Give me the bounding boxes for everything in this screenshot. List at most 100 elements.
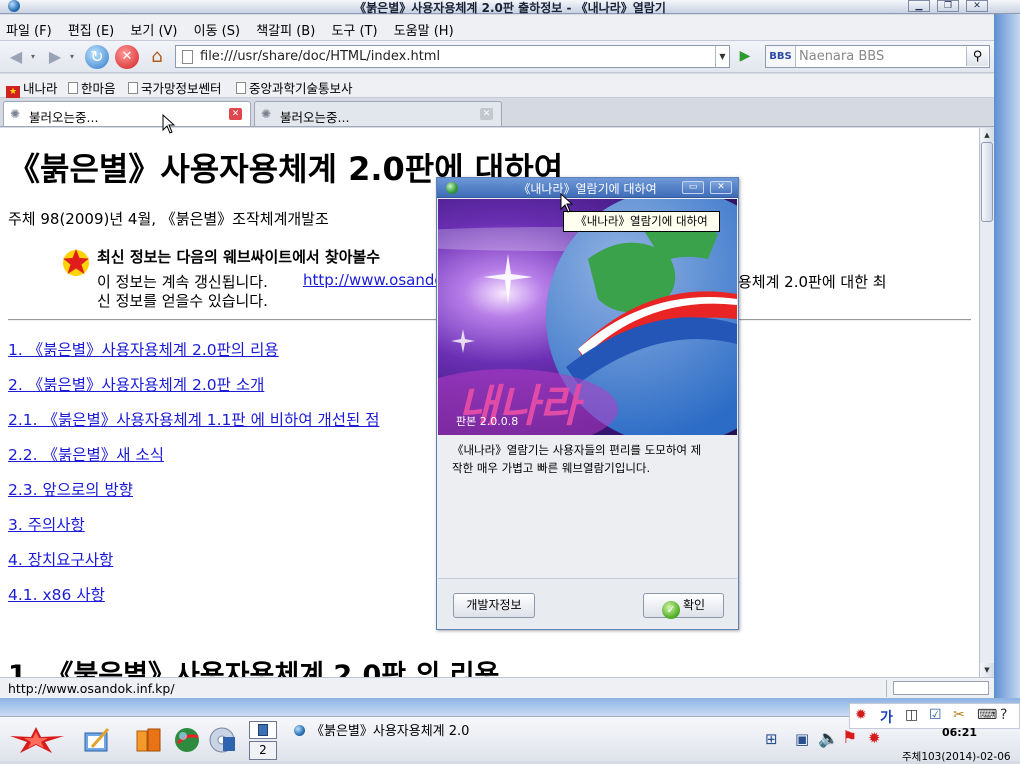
toc-link[interactable]: 4.1. x86 사항 (8, 583, 105, 605)
close-tab-icon[interactable]: ✕ (229, 108, 242, 120)
address-text[interactable]: file:///usr/share/doc/HTML/index.html (200, 49, 440, 64)
ime-tools-icon[interactable]: ✂ (953, 707, 965, 723)
window-title: 《붉은별》사용자용체계 2.0판 출하정보 - 《내나라》열람기 (354, 1, 666, 15)
bookmark-science-news[interactable]: 중앙과학기술통보사 (236, 78, 353, 97)
home-button[interactable]: ⌂ (145, 45, 169, 69)
tab-label: 불러오는중... (29, 110, 99, 125)
credits-button[interactable]: 개발자정보 (453, 593, 535, 618)
tab-1[interactable]: ✺ 불러오는중... ✕ (3, 101, 251, 126)
menu-help[interactable]: 도움말 (H) (388, 15, 460, 39)
search-bar[interactable]: BBS Naenara BBS ⚲ (765, 45, 990, 68)
menu-view[interactable]: 보기 (V) (124, 15, 183, 39)
globe-banner-graphic: 내나라 판본 2.0.0.8 (438, 199, 737, 435)
status-progress-field (893, 681, 989, 695)
menu-go[interactable]: 이동 (S) (188, 15, 246, 39)
input-method-panel: ✹ 가 ◫ ☑ ✂ ⌨ ? (849, 703, 1020, 729)
ime-help-icon[interactable]: ? (1000, 707, 1007, 723)
maximize-button[interactable]: ❐ (937, 0, 959, 12)
media-player-icon[interactable] (207, 725, 237, 755)
back-history-dropdown[interactable]: ▾ (28, 45, 38, 69)
bookmark-naenara[interactable]: ★ 내나라 (6, 78, 58, 98)
info-text-continued: 용체계 2.0판에 대한 최 (738, 273, 887, 291)
clock[interactable]: 06:21 (942, 726, 977, 739)
menu-edit[interactable]: 편집 (E) (62, 15, 120, 39)
workspace-2[interactable]: 2 (249, 741, 277, 760)
taskbar-window-label: 《붉은별》사용자용체계 2.0 (311, 724, 470, 739)
toc-link[interactable]: 2.1. 《붉은별》사용자용체계 1.1판 에 비하여 개선된 점 (8, 408, 379, 430)
scroll-up-arrow-icon[interactable]: ▲ (980, 128, 994, 142)
go-button[interactable]: ▶ (734, 46, 756, 67)
search-input[interactable]: Naenara BBS (799, 49, 884, 64)
tab-2[interactable]: ✺ 불러오는중... ✕ (254, 101, 502, 126)
vertical-scrollbar[interactable]: ▲ ▼ (979, 128, 994, 677)
ime-hangul-toggle[interactable]: 가 (880, 707, 893, 727)
page-icon (236, 82, 246, 94)
mouse-cursor-icon (560, 193, 574, 213)
close-window-button[interactable]: ✕ (966, 0, 988, 12)
version-label: 판본 2.0.0.8 (456, 415, 518, 428)
toc-link[interactable]: 2.3. 앞으로의 방향 (8, 478, 133, 500)
toc-link[interactable]: 2. 《붉은별》사용자용체계 2.0판 소개 (8, 373, 264, 395)
close-tab-icon[interactable]: ✕ (480, 108, 493, 120)
browser-globe-icon[interactable] (172, 725, 202, 755)
page-icon (68, 82, 78, 94)
ok-check-icon: ✓ (661, 601, 680, 619)
naenara-star-icon: ★ (6, 86, 20, 98)
bookmark-hanmaeum[interactable]: 한마음 (68, 78, 116, 97)
flag-icon[interactable]: ⚑ (842, 728, 857, 748)
ime-logo-icon[interactable]: ✹ (855, 707, 867, 723)
search-engine-selector[interactable]: BBS (766, 46, 796, 67)
browser-app-icon (294, 725, 305, 736)
menu-file[interactable]: 파일 (F) (0, 15, 58, 39)
taskbar: 2 《붉은별》사용자용체계 2.0 ✹ 가 ◫ ☑ ✂ ⌨ ? ⊞ ▣ 🔈 ⚑ … (0, 703, 1020, 763)
menu-tools[interactable]: 도구 (T) (325, 15, 383, 39)
navigation-toolbar: ◀ ▾ ▶ ▾ ↻ ✕ ⌂ file:///usr/share/doc/HTML… (0, 41, 1020, 73)
notification-icon[interactable]: ✹ (868, 729, 881, 747)
menu-bookmarks[interactable]: 책갈피 (B) (250, 15, 321, 39)
menu-bar: 파일 (F) 편집 (E) 보기 (V) 이동 (S) 책갈피 (B) 도구 (… (0, 15, 1020, 41)
back-button[interactable]: ◀ (4, 45, 28, 69)
toc-link[interactable]: 3. 주의사항 (8, 513, 85, 535)
workspace-1[interactable] (249, 721, 277, 739)
toc-link[interactable]: 4. 장치요구사항 (8, 548, 113, 570)
scroll-down-arrow-icon[interactable]: ▼ (980, 663, 994, 677)
section-heading: 1. 《붉은별》사용자용체계 2.0판 의 리용 (8, 660, 500, 677)
loading-spinner-icon: ✺ (261, 107, 272, 121)
dialog-close-button[interactable]: ✕ (710, 181, 732, 194)
window-title-bar[interactable]: 《붉은별》사용자용체계 2.0판 출하정보 - 《내나라》열람기 ▁ ❐ ✕ (0, 0, 1020, 15)
ok-button[interactable]: ✓ 확인 (643, 593, 724, 619)
address-history-dropdown[interactable]: ▼ (715, 46, 729, 67)
mouse-cursor-icon (162, 114, 176, 134)
office-suite-icon[interactable] (134, 725, 164, 755)
red-star-menu-icon[interactable] (8, 725, 66, 755)
text-editor-icon[interactable] (82, 725, 112, 755)
bookmark-national-network[interactable]: 국가망정보쎈터 (128, 78, 222, 97)
network-connection-icon[interactable]: ▣ (795, 730, 809, 748)
forward-history-dropdown[interactable]: ▾ (67, 45, 77, 69)
toc-link[interactable]: 2.2. 《붉은별》새 소식 (8, 443, 164, 465)
info-title: 최신 정보는 다음의 웨브싸이트에서 찾아볼수 (97, 248, 381, 266)
toc-link[interactable]: 1. 《붉은별》사용자용체계 2.0판의 리용 (8, 338, 279, 360)
ime-keyboard-icon[interactable]: ⌨ (977, 707, 997, 723)
forward-button[interactable]: ▶ (43, 45, 67, 69)
minimize-button[interactable]: ▁ (908, 0, 930, 12)
status-text: http://www.osandok.inf.kp/ (8, 681, 175, 696)
network-icon[interactable]: ⊞ (765, 730, 778, 748)
ime-fullwidth-icon[interactable]: ◫ (905, 707, 918, 723)
reload-button[interactable]: ↻ (85, 45, 109, 69)
dialog-maximize-button[interactable]: ▭ (682, 181, 704, 194)
tab-label: 불러오는중... (280, 110, 350, 125)
address-bar[interactable]: file:///usr/share/doc/HTML/index.html ▼ (175, 45, 730, 68)
info-text-continued: 신 정보를 얻을수 있습니다. (97, 292, 268, 310)
ime-hanja-icon[interactable]: ☑ (929, 707, 942, 723)
dialog-button-area: 개발자정보 ✓ 확인 (438, 578, 737, 628)
dialog-title-bar[interactable]: 《내나라》열람기에 대하여 ▭ ✕ (437, 178, 738, 198)
scrollbar-thumb[interactable] (981, 142, 993, 222)
stop-button[interactable]: ✕ (115, 45, 139, 69)
page-subheading: 주체 98(2009)년 4월, 《붉은별》조작체계개발조 (8, 210, 329, 228)
volume-icon[interactable]: 🔈 (818, 729, 839, 749)
taskbar-window-button[interactable]: 《붉은별》사용자용체계 2.0 (294, 720, 469, 739)
bookmark-label: 한마음 (81, 81, 116, 96)
search-magnifier-icon[interactable]: ⚲ (966, 47, 988, 66)
page-icon (128, 82, 138, 94)
